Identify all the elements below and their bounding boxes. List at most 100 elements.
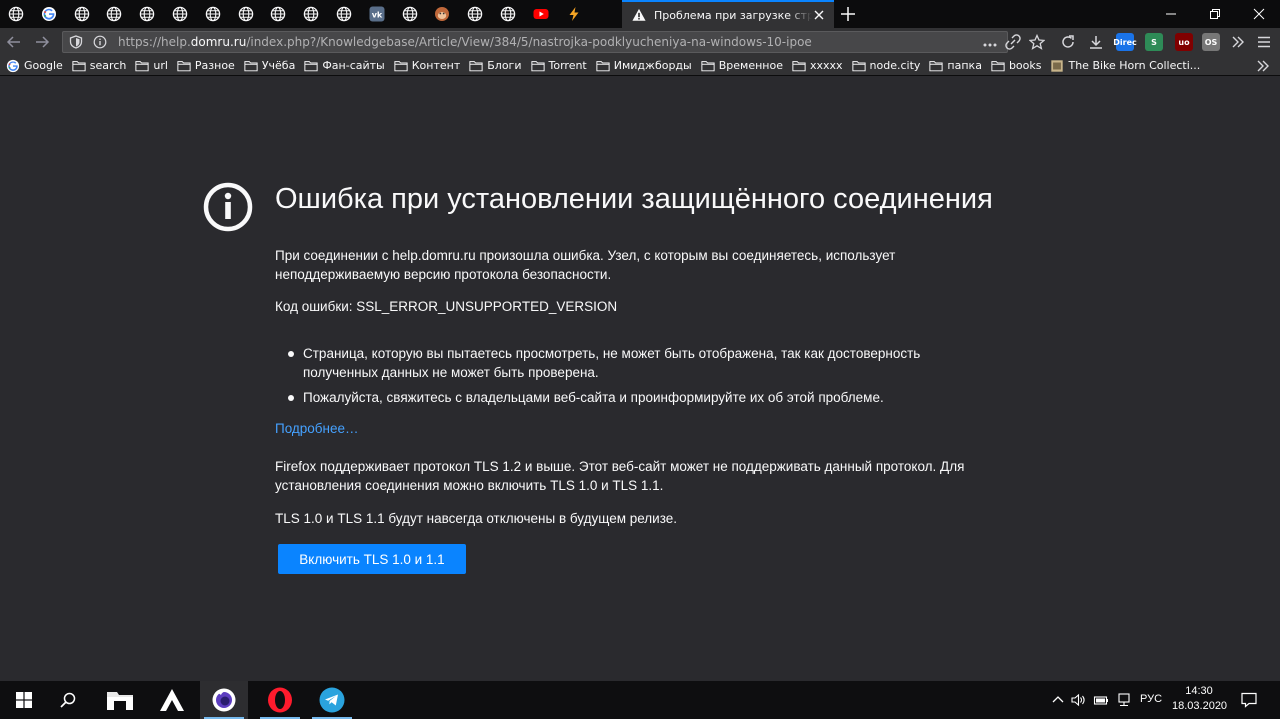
bookmark-item[interactable]: Временное bbox=[701, 56, 783, 76]
show-hidden-icons-icon[interactable] bbox=[1050, 692, 1066, 708]
close-window-button[interactable] bbox=[1236, 0, 1280, 28]
download-icon[interactable] bbox=[1088, 34, 1104, 50]
pinned-tab[interactable] bbox=[558, 0, 590, 28]
network-icon[interactable] bbox=[1116, 692, 1132, 708]
url-text[interactable]: https://help.domru.ru/index.php?/Knowled… bbox=[118, 35, 812, 49]
pinned-tab[interactable] bbox=[492, 0, 524, 28]
bookmark-item[interactable]: xxxxx bbox=[792, 56, 843, 76]
bookmark-label: node.city bbox=[869, 59, 921, 72]
pinned-tab[interactable] bbox=[295, 0, 327, 28]
taskbar-telegram[interactable] bbox=[308, 681, 356, 719]
new-tab-icon[interactable] bbox=[838, 4, 858, 24]
globe-icon bbox=[8, 6, 24, 22]
reload-icon[interactable] bbox=[1060, 34, 1076, 50]
volume-icon[interactable] bbox=[1070, 692, 1086, 708]
close-tab-icon[interactable] bbox=[812, 8, 826, 22]
s-extension[interactable]: S bbox=[1145, 33, 1163, 51]
pinned-tab[interactable] bbox=[525, 0, 557, 28]
bookmark-label: books bbox=[1008, 59, 1042, 72]
start-button[interactable] bbox=[0, 681, 48, 719]
pinned-tab[interactable] bbox=[197, 0, 229, 28]
system-clock[interactable]: 14:30 18.03.2020 bbox=[1172, 684, 1227, 714]
bookmark-item[interactable]: Контент bbox=[394, 56, 460, 76]
bookmark-item[interactable]: Блоги bbox=[469, 56, 522, 76]
enable-tls-button[interactable]: Включить TLS 1.0 и 1.1 bbox=[278, 544, 466, 574]
ublock-extension[interactable]: uo bbox=[1175, 33, 1193, 51]
active-tab[interactable]: Проблема при загрузке страницы bbox=[622, 0, 834, 28]
info-icon[interactable] bbox=[93, 35, 107, 49]
taskbar-file-explorer[interactable] bbox=[96, 681, 144, 719]
folder-icon bbox=[135, 60, 149, 71]
pinned-tab[interactable] bbox=[164, 0, 196, 28]
bookmark-item[interactable]: The Bike Horn Collecti... bbox=[1050, 56, 1200, 76]
pinned-tab[interactable] bbox=[33, 0, 65, 28]
overflow-chevron-icon[interactable] bbox=[1230, 34, 1246, 50]
pinned-tab[interactable] bbox=[66, 0, 98, 28]
globe-icon bbox=[74, 6, 89, 22]
globe-icon bbox=[139, 6, 155, 22]
bookmark-item[interactable]: node.city bbox=[851, 56, 921, 76]
input-language[interactable]: РУС bbox=[1140, 693, 1162, 705]
os-extension[interactable]: OS bbox=[1202, 33, 1220, 51]
url-bar[interactable]: https://help.domru.ru/index.php?/Knowled… bbox=[62, 31, 1008, 53]
bookmark-item[interactable]: Torrent bbox=[530, 56, 587, 76]
taskbar-opera[interactable] bbox=[256, 681, 304, 719]
taskbar-arch-app[interactable] bbox=[148, 681, 196, 719]
error-bullet-list: Страница, которую вы пытаетесь просмотре… bbox=[288, 344, 978, 413]
pinned-tab[interactable] bbox=[0, 0, 32, 28]
bookmark-item[interactable]: папка bbox=[929, 56, 982, 76]
bookmark-label: Google bbox=[24, 59, 63, 72]
bookmarks-overflow-icon[interactable] bbox=[1256, 59, 1270, 73]
bookmark-item[interactable]: url bbox=[135, 56, 168, 76]
minimize-icon bbox=[1166, 13, 1176, 15]
pinned-tab[interactable] bbox=[328, 0, 360, 28]
minimize-button[interactable] bbox=[1148, 0, 1194, 28]
direct-extension[interactable]: Direc bbox=[1113, 33, 1137, 51]
bookmark-item[interactable]: books bbox=[991, 56, 1042, 76]
taskbar-firefox[interactable] bbox=[200, 681, 248, 719]
pinned-tab[interactable] bbox=[426, 0, 458, 28]
bookmark-label: Имиджборды bbox=[613, 59, 692, 72]
notification-center-icon[interactable] bbox=[1240, 691, 1258, 709]
learn-more-link[interactable]: Подробнее… bbox=[275, 421, 359, 436]
restore-button[interactable] bbox=[1192, 0, 1238, 28]
forward-button[interactable] bbox=[32, 32, 52, 52]
bookmark-item[interactable]: search bbox=[72, 56, 126, 76]
windows-taskbar: РУС 14:30 18.03.2020 bbox=[0, 681, 1280, 719]
pinned-tab[interactable]: vk bbox=[361, 0, 393, 28]
pinned-tab[interactable] bbox=[459, 0, 491, 28]
globe-icon bbox=[238, 6, 253, 22]
link-icon[interactable] bbox=[1005, 34, 1021, 50]
bookmark-item[interactable]: Имиджборды bbox=[596, 56, 692, 76]
pinned-tab[interactable] bbox=[98, 0, 130, 28]
bookmark-item[interactable]: Учёба bbox=[244, 56, 295, 76]
telegram-icon bbox=[319, 687, 345, 713]
hamburger-menu-icon[interactable] bbox=[1256, 34, 1272, 50]
clock-time: 14:30 bbox=[1185, 685, 1213, 697]
vk-icon: vk bbox=[369, 6, 385, 22]
tracking-shield-icon[interactable] bbox=[69, 35, 83, 49]
taskbar-search-button[interactable] bbox=[44, 681, 92, 719]
error-page: Ошибка при установлении защищённого соед… bbox=[0, 77, 1280, 681]
bookmark-star-icon[interactable] bbox=[1029, 34, 1045, 50]
bookmark-label: Torrent bbox=[548, 59, 587, 72]
pinned-tab[interactable] bbox=[262, 0, 294, 28]
url-prefix: https://help. bbox=[118, 35, 191, 49]
list-item: Пожалуйста, свяжитесь с владельцами веб-… bbox=[288, 388, 978, 407]
folder-icon bbox=[304, 60, 318, 71]
search-icon bbox=[60, 692, 76, 708]
pinned-tab[interactable] bbox=[394, 0, 426, 28]
bookmark-item[interactable]: Разное bbox=[177, 56, 235, 76]
battery-icon[interactable] bbox=[1093, 692, 1109, 708]
pinned-tab[interactable] bbox=[230, 0, 262, 28]
firefox-icon bbox=[212, 688, 236, 712]
page-icon bbox=[1051, 59, 1064, 72]
forward-arrow-icon bbox=[36, 36, 50, 48]
pinned-tab[interactable] bbox=[131, 0, 163, 28]
bookmark-item[interactable]: Google bbox=[6, 56, 63, 76]
page-actions-icon[interactable] bbox=[983, 38, 997, 52]
bookmark-item[interactable]: Фан-сайты bbox=[304, 56, 385, 76]
folder-icon bbox=[244, 60, 258, 71]
error-code: Код ошибки: SSL_ERROR_UNSUPPORTED_VERSIO… bbox=[275, 299, 618, 314]
back-button[interactable] bbox=[4, 32, 24, 52]
